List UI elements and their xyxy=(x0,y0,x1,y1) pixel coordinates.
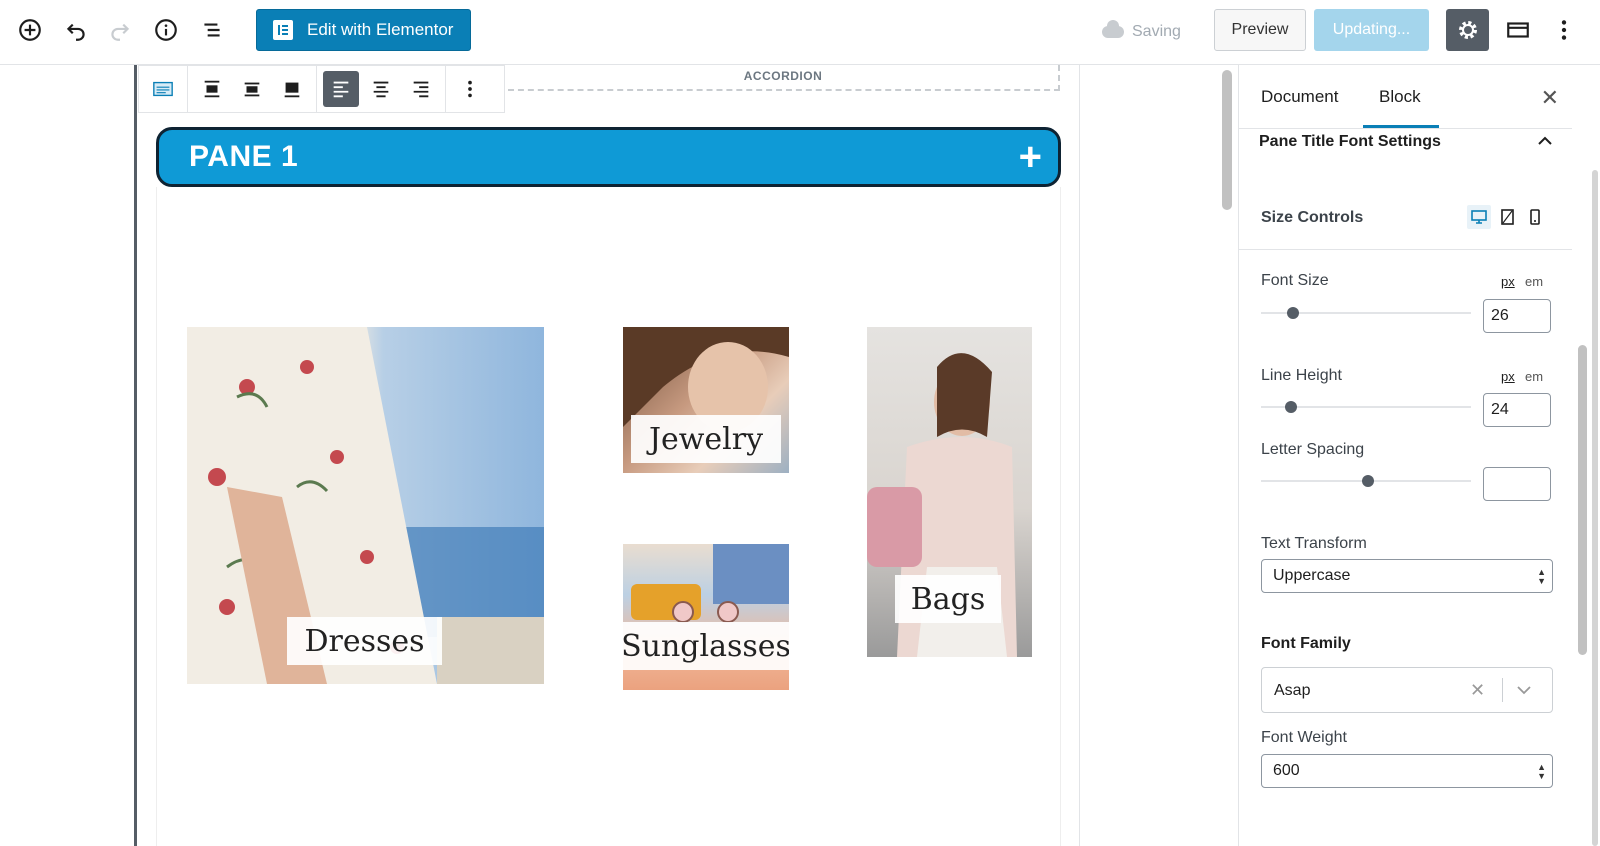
letter-spacing-slider-thumb[interactable] xyxy=(1362,475,1374,487)
settings-sidebar: Document Block ✕ Pane Title Font Setting… xyxy=(1238,65,1572,846)
select-arrows-icon: ▲ ▼ xyxy=(1537,762,1546,781)
align-center-icon[interactable] xyxy=(363,71,399,107)
align-top-icon[interactable] xyxy=(194,71,230,107)
window-scrollbar[interactable] xyxy=(1592,170,1598,846)
text-align-group xyxy=(317,66,446,112)
chevron-up-icon[interactable] xyxy=(1537,135,1553,147)
align-right-icon[interactable] xyxy=(403,71,439,107)
preview-button[interactable]: Preview xyxy=(1214,9,1306,51)
close-icon[interactable]: ✕ xyxy=(1541,85,1559,111)
jewelry-tile[interactable]: Jewelry xyxy=(623,327,789,473)
tab-document[interactable]: Document xyxy=(1261,87,1338,107)
font-family-label: Font Family xyxy=(1261,635,1351,652)
font-family-combobox[interactable]: Asap ✕ xyxy=(1261,667,1553,713)
line-height-label: Line Height xyxy=(1261,367,1342,384)
font-size-input[interactable]: 26 xyxy=(1483,299,1551,333)
vertical-align-group xyxy=(188,66,317,112)
line-height-slider-thumb[interactable] xyxy=(1285,401,1297,413)
combobox-separator xyxy=(1502,678,1503,702)
font-weight-value: 600 xyxy=(1273,762,1300,779)
font-size-unit-px[interactable]: px xyxy=(1501,274,1515,289)
editor-toolbar: Edit with Elementor Saving Preview Updat… xyxy=(0,0,1600,65)
letter-spacing-input[interactable] xyxy=(1483,467,1551,501)
tablet-icon[interactable] xyxy=(1495,205,1519,229)
desktop-icon[interactable] xyxy=(1467,205,1491,229)
bags-tile[interactable]: Bags xyxy=(867,327,1032,657)
undo-icon[interactable] xyxy=(58,12,94,48)
divider xyxy=(1239,249,1572,250)
align-bottom-icon[interactable] xyxy=(274,71,310,107)
font-weight-select[interactable]: 600 ▲ ▼ xyxy=(1261,754,1553,788)
text-transform-select[interactable]: Uppercase ▲ ▼ xyxy=(1261,559,1553,593)
block-toolbar xyxy=(138,65,505,113)
edit-with-elementor-button[interactable]: Edit with Elementor xyxy=(256,9,471,51)
sunglasses-label: Sunglasses xyxy=(623,622,789,670)
saving-label: Saving xyxy=(1132,23,1181,40)
jewelry-label: Jewelry xyxy=(631,415,781,463)
align-left-icon[interactable] xyxy=(323,71,359,107)
accordion-block-icon[interactable] xyxy=(145,71,181,107)
block-more-options-icon[interactable] xyxy=(452,71,488,107)
select-arrows-icon: ▲ ▼ xyxy=(1537,567,1546,586)
font-weight-label: Font Weight xyxy=(1261,729,1347,746)
add-block-icon[interactable] xyxy=(12,12,48,48)
active-tab-indicator xyxy=(1363,125,1439,128)
cloud-icon xyxy=(1102,20,1124,38)
gear-icon xyxy=(1458,21,1477,39)
dresses-tile[interactable]: Dresses xyxy=(187,327,544,684)
elementor-icon xyxy=(273,20,293,40)
saving-status: Saving xyxy=(1102,20,1181,44)
settings-button[interactable] xyxy=(1446,9,1489,51)
align-middle-icon[interactable] xyxy=(234,71,270,107)
font-size-unit-em[interactable]: em xyxy=(1525,274,1543,289)
bags-label: Bags xyxy=(895,575,1001,623)
letter-spacing-label: Letter Spacing xyxy=(1261,441,1365,458)
redo-icon[interactable] xyxy=(102,12,138,48)
text-transform-value: Uppercase xyxy=(1273,567,1351,584)
expand-plus-icon[interactable]: + xyxy=(1019,137,1042,177)
section-title[interactable]: Pane Title Font Settings xyxy=(1259,133,1441,151)
clear-icon[interactable]: ✕ xyxy=(1470,680,1485,701)
line-height-unit-em[interactable]: em xyxy=(1525,369,1543,384)
more-options-icon[interactable] xyxy=(1546,12,1582,48)
sidebar-tabs: Document Block ✕ xyxy=(1239,65,1572,129)
block-type-group xyxy=(139,66,188,112)
accordion-pane-body: Dresses Jewelry Sunglasses Bags xyxy=(156,187,1061,846)
chevron-down-icon[interactable] xyxy=(1516,684,1532,696)
font-size-label: Font Size xyxy=(1261,272,1329,289)
info-icon[interactable] xyxy=(148,12,184,48)
update-button[interactable]: Updating... xyxy=(1314,9,1429,51)
font-family-value: Asap xyxy=(1274,682,1311,699)
sidebar-scrollbar[interactable] xyxy=(1578,345,1587,655)
dresses-label: Dresses xyxy=(287,617,442,665)
accordion-pane-header[interactable]: PANE 1 + xyxy=(156,127,1061,187)
sunglasses-tile[interactable]: Sunglasses xyxy=(623,544,789,690)
mobile-icon[interactable] xyxy=(1523,205,1547,229)
edit-with-elementor-label: Edit with Elementor xyxy=(307,20,454,39)
accordion-block-label: ACCORDION xyxy=(508,65,1060,91)
line-height-input[interactable]: 24 xyxy=(1483,393,1551,427)
editor-canvas: ACCORDION PANE 1 + Dresses Jewelry Sungl… xyxy=(0,65,1222,846)
tab-block[interactable]: Block xyxy=(1379,87,1421,107)
pane-title[interactable]: PANE 1 xyxy=(189,140,298,174)
line-height-unit-px[interactable]: px xyxy=(1501,369,1515,384)
accordion-label-text: ACCORDION xyxy=(743,69,823,83)
canvas-scrollbar[interactable] xyxy=(1222,70,1232,210)
fullscreen-icon[interactable] xyxy=(1500,12,1536,48)
text-transform-label: Text Transform xyxy=(1261,535,1367,552)
block-more-group xyxy=(446,66,494,112)
outline-icon[interactable] xyxy=(194,12,230,48)
font-size-slider-thumb[interactable] xyxy=(1287,307,1299,319)
size-controls-label: Size Controls xyxy=(1261,209,1364,226)
